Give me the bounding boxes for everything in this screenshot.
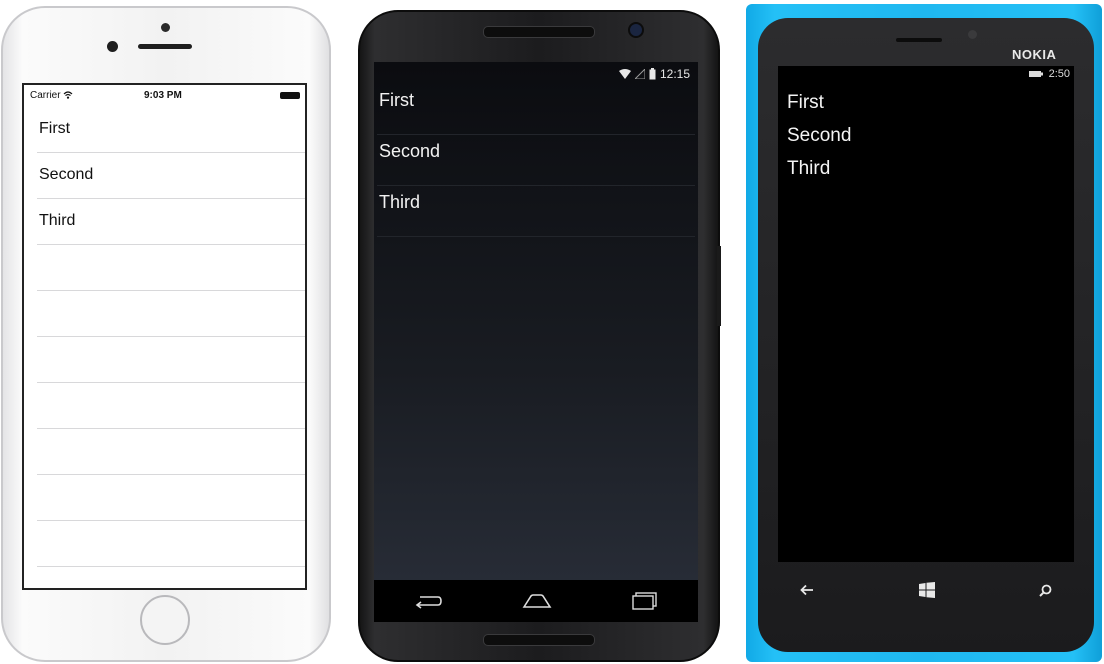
nokia-speaker [896, 38, 942, 42]
ios-status-bar: Carrier 9:03 PM [24, 85, 305, 107]
list-item[interactable]: Third [787, 158, 851, 191]
list-item[interactable]: First [37, 107, 305, 153]
windows-start-icon[interactable] [918, 582, 935, 598]
wp-nav-bar [778, 570, 1074, 610]
android-bottom-speaker [483, 634, 595, 646]
wifi-icon [618, 69, 631, 79]
iphone-speaker [138, 44, 192, 49]
home-icon[interactable] [522, 593, 552, 609]
wifi-icon [63, 91, 73, 99]
iphone-camera [161, 23, 170, 32]
android-nav-bar [374, 580, 698, 622]
android-front-camera [628, 22, 644, 38]
list-item[interactable]: First [377, 84, 695, 135]
empty-list-row[interactable] [37, 337, 305, 383]
ios-clock: 9:03 PM [144, 90, 182, 101]
windows-phone-screen: 2:50 First Second Third [778, 66, 1074, 562]
empty-list-row[interactable] [37, 475, 305, 521]
list-item[interactable]: Second [377, 135, 695, 186]
nokia-front-camera [968, 30, 977, 39]
empty-list-row[interactable] [37, 245, 305, 291]
battery-icon [1028, 71, 1043, 77]
list-item-label: First [39, 120, 71, 137]
android-screen: 12:15 First Second Third [374, 62, 698, 622]
empty-list-row[interactable] [37, 521, 305, 567]
list-item-label: First [379, 90, 414, 110]
list-item-label: Third [379, 192, 421, 212]
android-side-button [717, 246, 721, 326]
android-clock: 12:15 [659, 67, 690, 81]
recents-icon[interactable] [632, 592, 658, 610]
iphone-proximity-sensor [107, 41, 118, 52]
android-status-bar: 12:15 [374, 62, 698, 86]
carrier-label: Carrier [30, 90, 61, 101]
back-icon[interactable] [414, 593, 442, 609]
iphone-home-button[interactable] [140, 595, 190, 645]
wp-status-bar: 2:50 [1028, 68, 1070, 80]
back-icon[interactable] [800, 584, 814, 596]
ios-table-view[interactable]: First Second Third [24, 107, 305, 567]
search-icon[interactable] [1039, 584, 1052, 597]
wp-clock: 2:50 [1048, 68, 1070, 80]
signal-icon [634, 69, 645, 79]
list-item[interactable]: Third [37, 199, 305, 245]
list-item-label: Second [379, 141, 441, 161]
empty-list-row[interactable] [37, 383, 305, 429]
list-item[interactable]: First [787, 92, 851, 125]
empty-list-row[interactable] [37, 429, 305, 475]
list-item[interactable]: Second [787, 125, 851, 158]
android-list-view[interactable]: First Second Third [374, 84, 698, 237]
nokia-brand-logo: NOKIA [1012, 47, 1057, 62]
empty-list-row[interactable] [37, 291, 305, 337]
ios-screen: Carrier 9:03 PM First Second Third [22, 83, 307, 590]
wp-list-view[interactable]: First Second Third [787, 92, 851, 191]
android-top-speaker [483, 26, 595, 38]
list-item-label: Second [39, 166, 94, 183]
battery-icon [280, 92, 300, 99]
list-item[interactable]: Third [377, 186, 695, 237]
ios-carrier: Carrier [30, 90, 73, 101]
battery-icon [649, 68, 656, 80]
list-item-label: Third [39, 212, 76, 229]
list-item[interactable]: Second [37, 153, 305, 199]
